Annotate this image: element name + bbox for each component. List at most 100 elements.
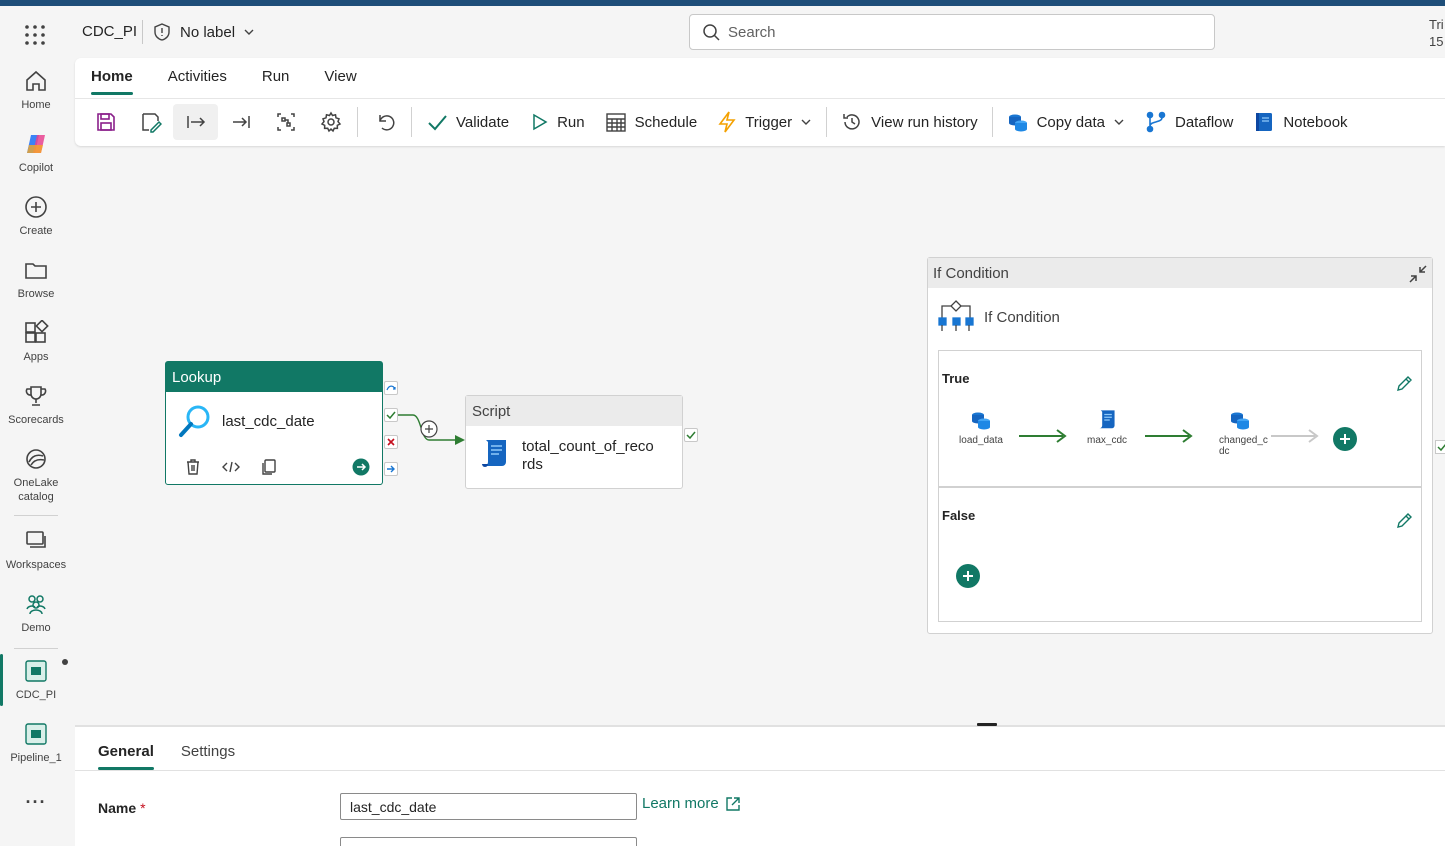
calendar-icon: [605, 111, 627, 133]
rail-item-apps[interactable]: Apps: [0, 320, 72, 364]
run-button[interactable]: Run: [519, 104, 595, 140]
pipeline-icon: [23, 658, 49, 684]
go-to-arrow-icon[interactable]: [352, 458, 370, 476]
validate-button[interactable]: Validate: [416, 104, 519, 140]
trigger-button[interactable]: Trigger: [707, 104, 822, 140]
if-condition-icon: [938, 300, 974, 334]
panel-divider: [75, 770, 1445, 771]
dataflow-button[interactable]: Dataflow: [1135, 104, 1243, 140]
rail-item-onelake-catalog[interactable]: OneLake catalog: [0, 446, 72, 504]
name-field[interactable]: [340, 793, 637, 820]
rail-divider: [14, 648, 58, 649]
copy-data-icon: [1229, 409, 1251, 431]
auto-align-button[interactable]: [263, 104, 308, 140]
rail-item-home[interactable]: Home: [0, 68, 72, 112]
properties-panel: General Settings Name* Learn more: [75, 727, 1445, 846]
copy-icon[interactable]: [260, 458, 278, 476]
code-icon[interactable]: [222, 458, 240, 476]
rail-item-create[interactable]: Create: [0, 194, 72, 238]
rail-item-scorecards[interactable]: Scorecards: [0, 383, 72, 427]
connector-arrow: [1019, 429, 1067, 443]
script-activity[interactable]: Script total_count_of_reco rds: [465, 395, 683, 489]
folder-icon: [23, 257, 49, 283]
app-header: CDC_PI No label Tri 15: [72, 6, 1445, 58]
view-run-history-button[interactable]: View run history: [831, 104, 987, 140]
add-activity-button[interactable]: [1333, 427, 1357, 451]
success-port[interactable]: [684, 428, 698, 442]
app-launcher-icon[interactable]: [24, 24, 46, 46]
schedule-button[interactable]: Schedule: [595, 104, 708, 140]
rail-item-cdc-pi[interactable]: CDC_PI: [0, 658, 72, 702]
activity-name: total_count_of_reco rds: [522, 438, 654, 473]
connector-arrow: [1145, 429, 1193, 443]
edit-pencil-icon[interactable]: [1395, 512, 1413, 530]
sensitivity-label-button[interactable]: No label: [152, 20, 255, 44]
history-icon: [841, 111, 863, 133]
shield-icon: [152, 22, 172, 42]
pipeline-canvas[interactable]: Lookup last_cdc_date Script total_count_…: [75, 153, 1445, 725]
save-icon: [95, 111, 117, 133]
delete-icon[interactable]: [184, 458, 202, 476]
edit-pencil-icon[interactable]: [1395, 375, 1413, 393]
arrow-right-from-line-icon: [185, 111, 207, 133]
copy-data-button[interactable]: Copy data: [997, 104, 1135, 140]
copy-data-icon: [1007, 111, 1029, 133]
tab-home[interactable]: Home: [91, 68, 150, 95]
skip-port[interactable]: [384, 381, 398, 395]
rail-more-button[interactable]: ···: [0, 792, 72, 813]
if-condition-activity[interactable]: If Condition If Condition True load_data…: [927, 257, 1433, 634]
tab-view[interactable]: View: [324, 68, 373, 95]
tab-settings[interactable]: Settings: [181, 743, 235, 770]
add-activity-button[interactable]: [956, 564, 980, 588]
success-port[interactable]: [1435, 440, 1445, 454]
toolbar-separator: [826, 107, 828, 137]
failure-port[interactable]: [384, 435, 398, 449]
search-input[interactable]: [728, 23, 1208, 41]
completion-port[interactable]: [384, 462, 398, 476]
lookup-icon: [178, 404, 212, 438]
rail-item-browse[interactable]: Browse: [0, 257, 72, 301]
move-to-end-button[interactable]: [218, 104, 263, 140]
toolbar-separator: [991, 107, 993, 137]
collapse-icon[interactable]: [1408, 264, 1428, 284]
auto-align-icon: [275, 111, 297, 133]
settings-button[interactable]: [308, 104, 353, 140]
item-title[interactable]: CDC_PI: [82, 23, 137, 40]
lookup-activity[interactable]: Lookup last_cdc_date: [165, 361, 383, 485]
max-cdc-activity[interactable]: max_cdc: [1077, 409, 1137, 446]
undo-icon: [374, 111, 396, 133]
true-branch-label: True: [942, 371, 970, 386]
undo-button[interactable]: [362, 104, 407, 140]
activity-type-label: If Condition: [928, 258, 1432, 288]
changed-cdc-activity[interactable]: changed_c dc: [1203, 409, 1268, 457]
rail-item-pipeline-1[interactable]: Pipeline_1: [0, 721, 72, 765]
learn-more-link[interactable]: Learn more: [642, 795, 741, 812]
move-right-button[interactable]: [173, 104, 218, 140]
success-port[interactable]: [384, 408, 398, 422]
rail-item-copilot[interactable]: Copilot: [0, 131, 72, 175]
save-as-button[interactable]: [128, 104, 173, 140]
load-data-activity[interactable]: load_data: [951, 409, 1011, 446]
copy-data-icon: [970, 409, 992, 431]
ribbon-divider: [75, 98, 1445, 99]
save-as-icon: [140, 111, 162, 133]
description-field[interactable]: [340, 837, 637, 846]
save-button[interactable]: [83, 104, 128, 140]
header-separator: [142, 20, 143, 44]
activity-name: last_cdc_date: [222, 412, 315, 430]
tab-run[interactable]: Run: [262, 68, 307, 95]
tab-general[interactable]: General: [98, 743, 154, 770]
panel-resize-grip[interactable]: [977, 723, 997, 726]
ribbon-tabs: Home Activities Run View: [91, 68, 392, 95]
toolbar: Validate Run Schedule Trigger View run h…: [83, 102, 1358, 142]
rail-item-workspaces[interactable]: Workspaces: [0, 528, 72, 572]
trial-info[interactable]: Tri 15: [1429, 16, 1444, 50]
script-icon: [1096, 409, 1118, 431]
rail-item-demo[interactable]: Demo: [0, 591, 72, 635]
notebook-button[interactable]: Notebook: [1243, 104, 1357, 140]
name-field-label: Name *: [98, 800, 146, 816]
search-box[interactable]: [689, 14, 1215, 50]
apps-icon: [23, 320, 49, 346]
notebook-icon: [1253, 111, 1275, 133]
tab-activities[interactable]: Activities: [168, 68, 244, 95]
